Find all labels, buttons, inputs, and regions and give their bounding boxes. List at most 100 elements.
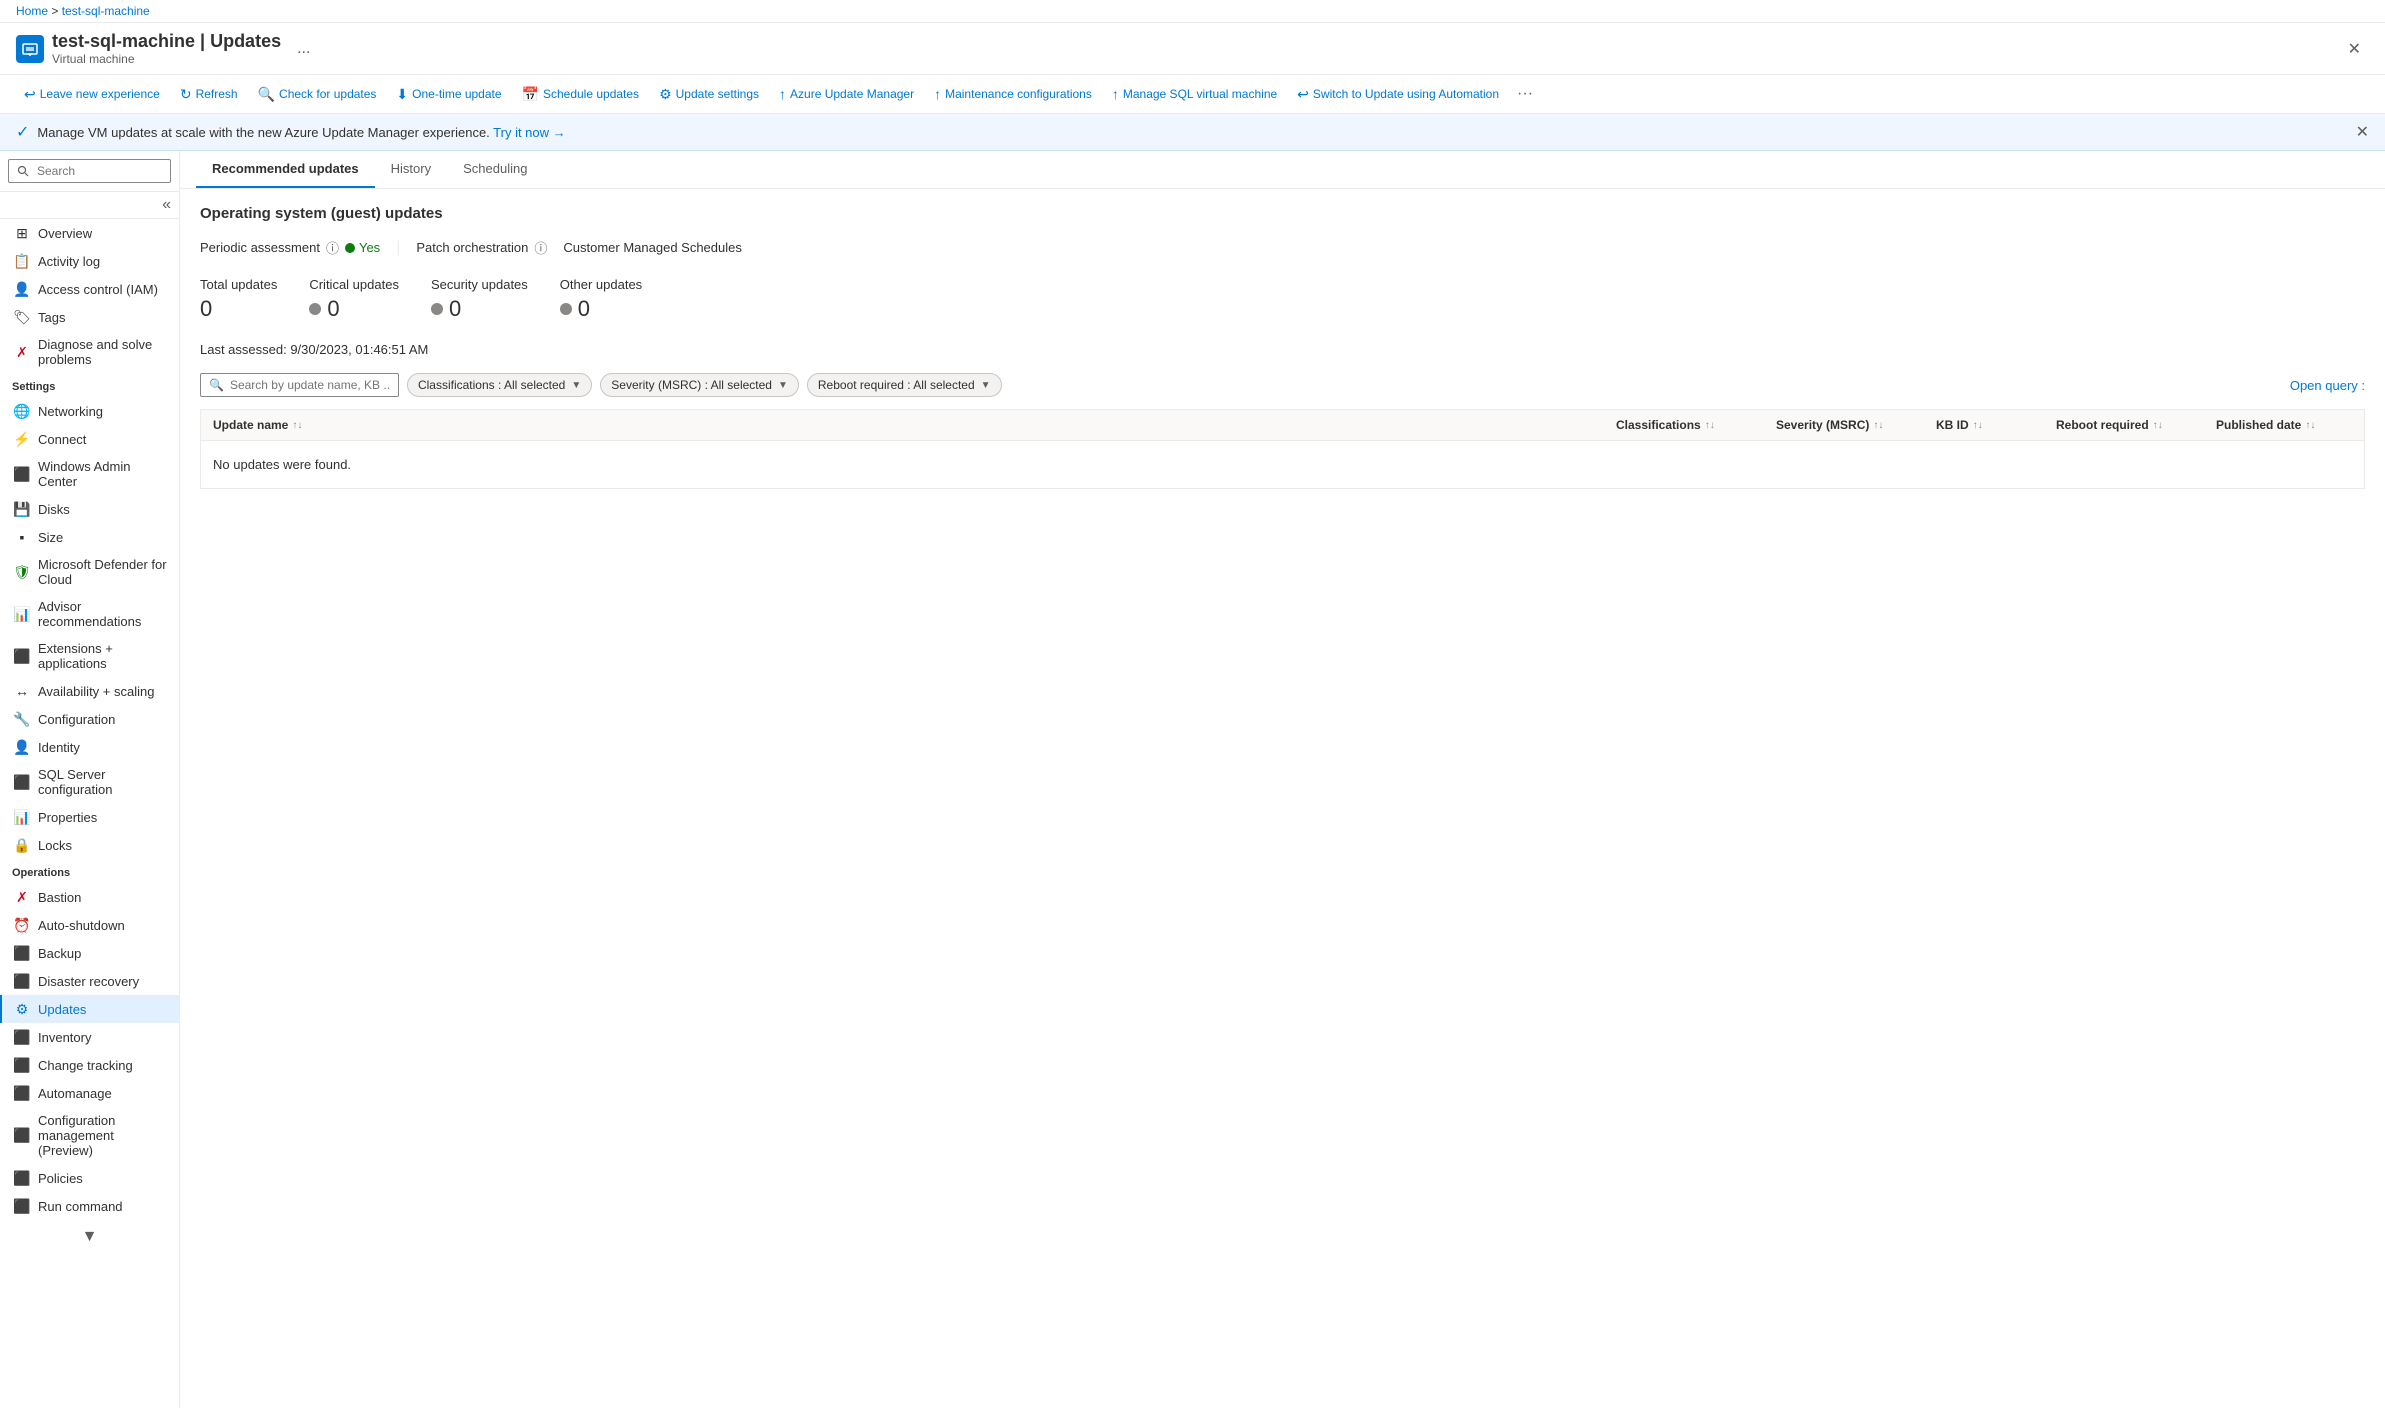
refresh-button[interactable]: ↻ Refresh (172, 82, 246, 107)
update-settings-button[interactable]: ⚙ Update settings (651, 82, 767, 107)
sidebar-item-automanage[interactable]: ⬛ Automanage (0, 1079, 179, 1107)
classifications-filter-tag[interactable]: Classifications : All selected ▼ (407, 373, 592, 397)
severity-filter-tag[interactable]: Severity (MSRC) : All selected ▼ (600, 373, 799, 397)
breadcrumb-resource[interactable]: test-sql-machine (62, 4, 150, 18)
sort-severity-icon[interactable]: ↑↓ (1873, 420, 1883, 431)
sidebar-item-locks[interactable]: 🔒 Locks (0, 831, 179, 859)
sidebar-item-tags[interactable]: 🏷 Tags (0, 303, 179, 331)
sidebar-item-label: Automanage (38, 1086, 112, 1101)
sort-update-name-icon[interactable]: ↑↓ (292, 420, 302, 431)
patch-orchestration-info-icon[interactable]: ⓘ (534, 238, 547, 257)
sidebar-item-disks[interactable]: 💾 Disks (0, 495, 179, 523)
sidebar-item-extensions[interactable]: ⬛ Extensions + applications (0, 635, 179, 677)
sidebar-item-label: Disaster recovery (38, 974, 139, 989)
sidebar-item-label: Activity log (38, 254, 100, 269)
sidebar-item-auto-shutdown[interactable]: ⏰ Auto-shutdown (0, 911, 179, 939)
search-filter-icon: 🔍 (209, 378, 224, 392)
check-updates-button[interactable]: 🔍 Check for updates (250, 82, 385, 107)
manage-sql-button[interactable]: ↑ Manage SQL virtual machine (1104, 82, 1285, 106)
sidebar-item-defender[interactable]: 🛡 Microsoft Defender for Cloud (0, 551, 179, 593)
defender-icon: 🛡 (14, 564, 30, 580)
sidebar-item-configuration[interactable]: 🔧 Configuration (0, 705, 179, 733)
azure-update-manager-button[interactable]: ↑ Azure Update Manager (771, 82, 922, 106)
sidebar-search-input[interactable] (8, 159, 171, 183)
change-tracking-icon: ⬛ (14, 1057, 30, 1073)
maintenance-configurations-button[interactable]: ↑ Maintenance configurations (926, 82, 1100, 106)
stat-total-label: Total updates (200, 277, 277, 292)
sidebar-item-change-tracking[interactable]: ⬛ Change tracking (0, 1051, 179, 1079)
sidebar-item-label: Windows Admin Center (38, 459, 167, 489)
header-more-button[interactable]: ... (297, 40, 310, 58)
sidebar-item-properties[interactable]: 📊 Properties (0, 803, 179, 831)
sort-classifications-icon[interactable]: ↑↓ (1705, 420, 1715, 431)
sidebar-item-access-control[interactable]: 👤 Access control (IAM) (0, 275, 179, 303)
leave-new-experience-button[interactable]: ↩ Leave new experience (16, 82, 168, 107)
reboot-filter-tag[interactable]: Reboot required : All selected ▼ (807, 373, 1002, 397)
tab-history[interactable]: History (375, 151, 447, 188)
sidebar-item-availability[interactable]: ↔ Availability + scaling (0, 677, 179, 705)
open-query-link[interactable]: Open query : (2290, 378, 2365, 393)
download-icon: ⬇ (396, 86, 408, 103)
sidebar-item-identity[interactable]: 👤 Identity (0, 733, 179, 761)
sidebar-item-label: Connect (38, 432, 86, 447)
sidebar-item-sql-server[interactable]: ⬛ SQL Server configuration (0, 761, 179, 803)
sidebar-item-label: Overview (38, 226, 92, 241)
sidebar-item-label: Identity (38, 740, 80, 755)
sidebar-item-advisor-recommendations[interactable]: 📊 Advisor recommendations (0, 593, 179, 635)
sort-kb-id-icon[interactable]: ↑↓ (1973, 420, 1983, 431)
periodic-assessment-item: Periodic assessment ⓘ Yes (200, 238, 380, 257)
other-dot (560, 303, 572, 315)
severity-filter-label: Severity (MSRC) : All selected (611, 378, 772, 392)
periodic-assessment-info-icon[interactable]: ⓘ (326, 238, 339, 257)
info-banner-link[interactable]: Try it now → (493, 125, 565, 140)
sql-server-icon: ⬛ (14, 774, 30, 790)
disks-icon: 💾 (14, 501, 30, 517)
sidebar-item-overview[interactable]: ⊞ Overview (0, 219, 179, 247)
inventory-icon: ⬛ (14, 1029, 30, 1045)
sidebar-item-networking[interactable]: 🌐 Networking (0, 397, 179, 425)
sidebar-item-inventory[interactable]: ⬛ Inventory (0, 1023, 179, 1051)
info-banner-close-button[interactable]: ✕ (2356, 122, 2369, 142)
sidebar-collapse-button[interactable]: « (0, 192, 179, 219)
sidebar-item-label: Networking (38, 404, 103, 419)
sidebar-item-label: Size (38, 530, 63, 545)
diagnose-icon: ✗ (14, 344, 30, 360)
sidebar-item-policies[interactable]: ⬛ Policies (0, 1164, 179, 1192)
close-button[interactable]: ✕ (2340, 35, 2369, 63)
sidebar-item-disaster-recovery[interactable]: ⬛ Disaster recovery (0, 967, 179, 995)
sidebar-item-windows-admin-center[interactable]: ⬛ Windows Admin Center (0, 453, 179, 495)
sidebar-item-backup[interactable]: ⬛ Backup (0, 939, 179, 967)
manage-icon: ↑ (1112, 86, 1119, 102)
sidebar-scroll-down[interactable]: ▼ (0, 1220, 179, 1254)
sort-published-date-icon[interactable]: ↑↓ (2305, 420, 2315, 431)
updates-table: Update name ↑↓ Classifications ↑↓ Severi… (200, 409, 2365, 489)
breadcrumb-home[interactable]: Home (16, 4, 48, 18)
toolbar-more-button[interactable]: ··· (1511, 81, 1539, 107)
stat-critical-value: 0 (309, 296, 399, 322)
sidebar-item-label: Run command (38, 1199, 123, 1214)
stat-other-label: Other updates (560, 277, 642, 292)
tab-scheduling[interactable]: Scheduling (447, 151, 543, 188)
advisor-icon: 📊 (14, 606, 30, 622)
sidebar-item-size[interactable]: ▪ Size (0, 523, 179, 551)
tab-recommended-updates[interactable]: Recommended updates (196, 151, 375, 188)
sidebar-item-label: Disks (38, 502, 70, 517)
severity-filter-chevron: ▼ (778, 380, 788, 391)
sidebar-item-run-command[interactable]: ⬛ Run command (0, 1192, 179, 1220)
one-time-update-button[interactable]: ⬇ One-time update (388, 82, 509, 107)
stats-row: Total updates 0 Critical updates 0 Se (200, 277, 2365, 322)
sidebar-item-diagnose[interactable]: ✗ Diagnose and solve problems (0, 331, 179, 373)
networking-icon: 🌐 (14, 403, 30, 419)
table-empty-message: No updates were found. (201, 441, 2364, 488)
sidebar-item-bastion[interactable]: ✗ Bastion (0, 883, 179, 911)
sidebar-item-configuration-management[interactable]: ⬛ Configuration management (Preview) (0, 1107, 179, 1164)
vm-icon (16, 35, 44, 63)
sort-reboot-icon[interactable]: ↑↓ (2153, 420, 2163, 431)
sidebar-item-updates[interactable]: ⚙ Updates (0, 995, 179, 1023)
update-search-input[interactable] (230, 378, 390, 392)
sidebar-item-activity-log[interactable]: 📋 Activity log (0, 247, 179, 275)
sidebar-item-label: Change tracking (38, 1058, 133, 1073)
schedule-updates-button[interactable]: 📅 Schedule updates (514, 82, 648, 107)
switch-to-update-button[interactable]: ↩ Switch to Update using Automation (1289, 82, 1507, 107)
sidebar-item-connect[interactable]: ⚡ Connect (0, 425, 179, 453)
